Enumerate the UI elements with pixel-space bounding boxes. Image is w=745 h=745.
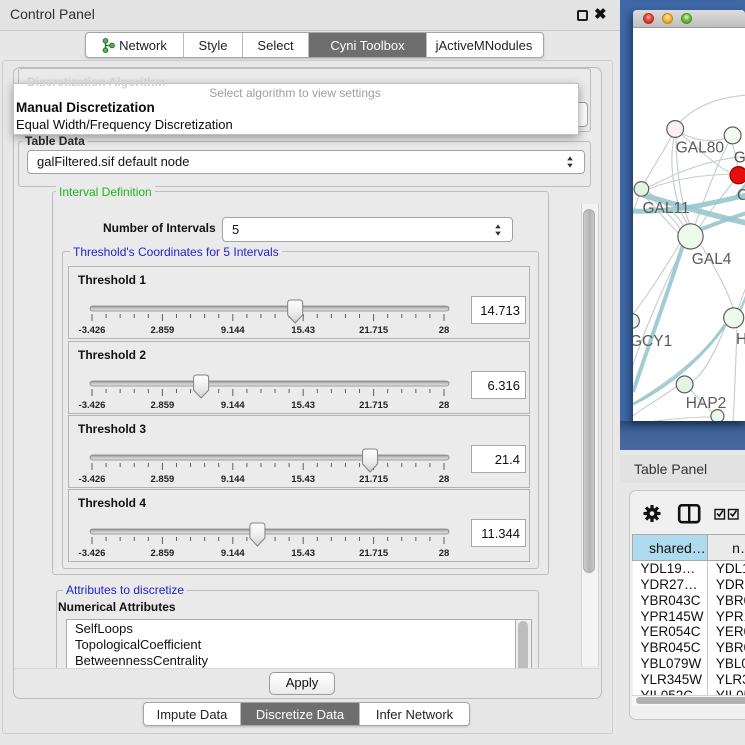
svg-text:C: C (737, 187, 745, 204)
svg-text:15.43: 15.43 (291, 548, 315, 559)
svg-text:21.715: 21.715 (359, 400, 389, 411)
svg-text:15.43: 15.43 (291, 474, 315, 485)
svg-text:HAP2: HAP2 (686, 395, 727, 412)
svg-text:GAL11: GAL11 (643, 200, 690, 217)
svg-text:HI: HI (736, 331, 745, 348)
svg-text:-3.426: -3.426 (79, 400, 106, 411)
svg-text:-3.426: -3.426 (79, 548, 106, 559)
svg-text:2.859: 2.859 (151, 400, 175, 411)
svg-text:GA: GA (734, 149, 745, 166)
svg-text:28: 28 (439, 325, 450, 336)
svg-text:15.43: 15.43 (291, 400, 315, 411)
svg-text:9.144: 9.144 (221, 474, 245, 485)
svg-text:2.859: 2.859 (151, 325, 175, 336)
svg-text:-3.426: -3.426 (79, 474, 106, 485)
svg-text:GCY1: GCY1 (633, 333, 672, 350)
svg-text:GAL80: GAL80 (676, 140, 725, 157)
svg-text:GAL4: GAL4 (692, 251, 732, 268)
svg-text:28: 28 (439, 474, 450, 485)
svg-text:-3.426: -3.426 (79, 325, 106, 336)
svg-text:9.144: 9.144 (221, 325, 245, 336)
svg-text:21.715: 21.715 (359, 548, 389, 559)
svg-text:2.859: 2.859 (151, 548, 175, 559)
svg-text:9.144: 9.144 (221, 548, 245, 559)
svg-text:15.43: 15.43 (291, 325, 315, 336)
svg-text:21.715: 21.715 (359, 474, 389, 485)
svg-text:28: 28 (439, 400, 450, 411)
svg-text:21.715: 21.715 (359, 325, 389, 336)
svg-text:2.859: 2.859 (151, 474, 175, 485)
svg-text:28: 28 (439, 548, 450, 559)
svg-text:9.144: 9.144 (221, 400, 245, 411)
